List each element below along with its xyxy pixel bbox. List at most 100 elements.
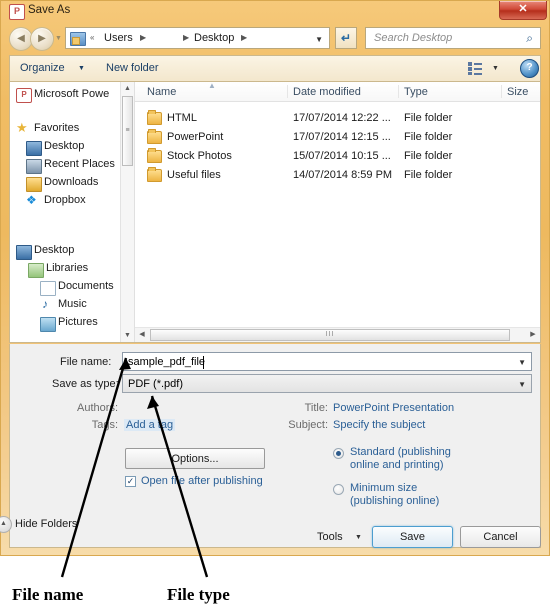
title-bar: P Save As ✕ — [1, 1, 549, 22]
file-name-label: File name: — [60, 356, 112, 368]
file-name-input[interactable]: sample_pdf_file ▼ — [122, 352, 532, 371]
scrollbar-thumb[interactable]: III — [150, 329, 510, 341]
scroll-right-icon[interactable]: ▶ — [526, 328, 540, 342]
file-list-horizontal-scrollbar[interactable]: ◀ III ▶ — [135, 327, 540, 342]
view-mode-icon[interactable] — [468, 62, 482, 75]
optimize-minimum-radio[interactable] — [333, 484, 344, 495]
hide-folders-button[interactable]: ▲ Hide Folders — [0, 516, 78, 533]
chevron-down-icon[interactable]: ▼ — [518, 380, 526, 389]
folder-icon — [147, 167, 162, 182]
sidebar-item-desktop[interactable]: Desktop — [26, 140, 85, 156]
sidebar-item-desktop-root[interactable]: Desktop — [16, 244, 74, 260]
column-divider[interactable] — [501, 85, 502, 98]
column-divider[interactable] — [398, 85, 399, 98]
sidebar-item-dropbox[interactable]: ❖ Dropbox — [26, 194, 86, 207]
view-mode-caret-icon[interactable]: ▼ — [492, 65, 499, 72]
column-header-name[interactable]: Name — [147, 86, 176, 98]
sidebar-item-downloads[interactable]: Downloads — [26, 176, 99, 192]
libraries-icon — [28, 263, 44, 278]
back-arrow-icon: ◀ — [17, 33, 25, 44]
sidebar-item-label: Downloads — [44, 176, 99, 188]
save-as-dialog: P Save As ✕ ◀ ▶ ▼ « Users ▶ ▶ Desktop ▶ … — [0, 0, 550, 556]
title-value[interactable]: PowerPoint Presentation — [333, 402, 454, 414]
address-bar[interactable]: « Users ▶ ▶ Desktop ▶ ▼ — [65, 27, 330, 49]
explorer-toolbar: Organize ▼ New folder ▼ ? — [9, 55, 541, 81]
file-date: 15/07/2014 10:15 ... — [293, 150, 391, 162]
scroll-left-icon[interactable]: ◀ — [135, 328, 149, 342]
sidebar-item-libraries[interactable]: Libraries — [28, 262, 88, 278]
optimize-standard-line2: online and printing) — [350, 459, 444, 471]
star-icon: ★ — [16, 120, 28, 135]
downloads-icon — [26, 177, 42, 192]
open-after-publish-checkbox[interactable]: ✓ — [125, 476, 136, 487]
sidebar-item-music[interactable]: ♪ Music — [42, 298, 87, 311]
options-button[interactable]: Options... — [125, 448, 265, 469]
pictures-icon — [40, 317, 56, 332]
column-header-size[interactable]: Size — [507, 86, 528, 98]
save-as-type-select[interactable]: PDF (*.pdf) ▼ — [122, 374, 532, 393]
organize-button[interactable]: Organize — [20, 62, 65, 74]
scroll-down-icon[interactable]: ▼ — [121, 329, 134, 342]
table-row[interactable]: PowerPoint 17/07/2014 12:15 ... File fol… — [135, 128, 540, 147]
cancel-button[interactable]: Cancel — [460, 526, 541, 548]
file-type: File folder — [404, 150, 453, 162]
column-divider[interactable] — [287, 85, 288, 98]
sidebar-item-label: Pictures — [58, 316, 98, 328]
save-options-form: File name: sample_pdf_file ▼ Save as typ… — [9, 344, 541, 548]
table-row[interactable]: Stock Photos 15/07/2014 10:15 ... File f… — [135, 147, 540, 166]
optimize-standard-label[interactable]: Standard (publishing online and printing… — [350, 446, 451, 472]
breadcrumb-item-desktop[interactable]: Desktop — [194, 32, 234, 44]
folder-icon — [147, 110, 162, 125]
breadcrumb-sep-2-icon: ▶ — [183, 33, 190, 42]
column-header-type[interactable]: Type — [404, 86, 428, 98]
open-after-publish-label[interactable]: Open file after publishing — [141, 475, 263, 487]
chevron-down-icon[interactable]: ▼ — [355, 534, 362, 541]
tools-button[interactable]: Tools — [317, 531, 343, 543]
forward-button[interactable]: ▶ — [30, 27, 54, 51]
documents-icon — [40, 281, 56, 296]
optimize-minimum-line1: Minimum size — [350, 482, 418, 494]
optimize-standard-radio[interactable] — [333, 448, 344, 459]
sidebar-item-label: Desktop — [44, 140, 85, 152]
search-box[interactable]: Search Desktop ⌕ — [365, 27, 541, 49]
help-button[interactable]: ? — [520, 59, 539, 78]
file-name: HTML — [167, 112, 197, 124]
sidebar-item-recent-places[interactable]: Recent Places — [26, 158, 115, 174]
sidebar-item-label: Documents — [58, 280, 114, 292]
dropbox-icon: ❖ — [26, 193, 37, 207]
file-type: File folder — [404, 169, 453, 181]
sidebar-scrollbar[interactable]: ▲ ≡ ▼ — [120, 82, 134, 342]
file-name: PowerPoint — [167, 131, 224, 143]
refresh-button[interactable]: ↵ — [335, 27, 357, 49]
file-name: Stock Photos — [167, 150, 232, 162]
recent-locations-caret-icon[interactable]: ▼ — [55, 35, 62, 42]
table-row[interactable]: HTML 17/07/2014 12:22 ... File folder — [135, 109, 540, 128]
chevron-down-icon[interactable]: ▼ — [78, 65, 85, 72]
save-as-type-value: PDF (*.pdf) — [128, 378, 184, 390]
sidebar-item-pictures[interactable]: Pictures — [40, 316, 98, 332]
breadcrumb-item-users[interactable]: Users — [104, 32, 133, 44]
navigation-sidebar: P Microsoft Powe ★ Favorites Desktop Rec… — [10, 82, 134, 342]
optimize-standard-line1: Standard (publishing — [350, 446, 451, 458]
address-dropdown-icon[interactable]: ▼ — [315, 35, 323, 44]
subject-value[interactable]: Specify the subject — [333, 419, 425, 431]
breadcrumb-sep-1-icon: ▶ — [140, 33, 147, 42]
save-button[interactable]: Save — [372, 526, 453, 548]
optimize-minimum-label[interactable]: Minimum size (publishing online) — [350, 482, 439, 508]
sidebar-item-microsoft-powerpoint[interactable]: P Microsoft Powe — [16, 88, 109, 103]
file-name-value: sample_pdf_file — [128, 356, 206, 368]
hide-folders-label: Hide Folders — [15, 518, 78, 530]
scroll-up-icon[interactable]: ▲ — [121, 82, 134, 95]
new-folder-button[interactable]: New folder — [106, 62, 159, 74]
annotation-label-file-name: File name — [12, 585, 84, 604]
sidebar-item-documents[interactable]: Documents — [40, 280, 114, 296]
close-button[interactable]: ✕ — [499, 1, 547, 20]
folder-icon — [147, 129, 162, 144]
sidebar-item-favorites[interactable]: ★ Favorites — [16, 121, 79, 134]
add-a-tag-link[interactable]: Add a tag — [124, 419, 176, 431]
table-row[interactable]: Useful files 14/07/2014 8:59 PM File fol… — [135, 166, 540, 185]
scrollbar-thumb[interactable]: ≡ — [122, 96, 133, 166]
column-header-date-modified[interactable]: Date modified — [293, 86, 361, 98]
search-input[interactable]: Search Desktop — [374, 32, 452, 44]
chevron-down-icon[interactable]: ▼ — [518, 358, 526, 367]
